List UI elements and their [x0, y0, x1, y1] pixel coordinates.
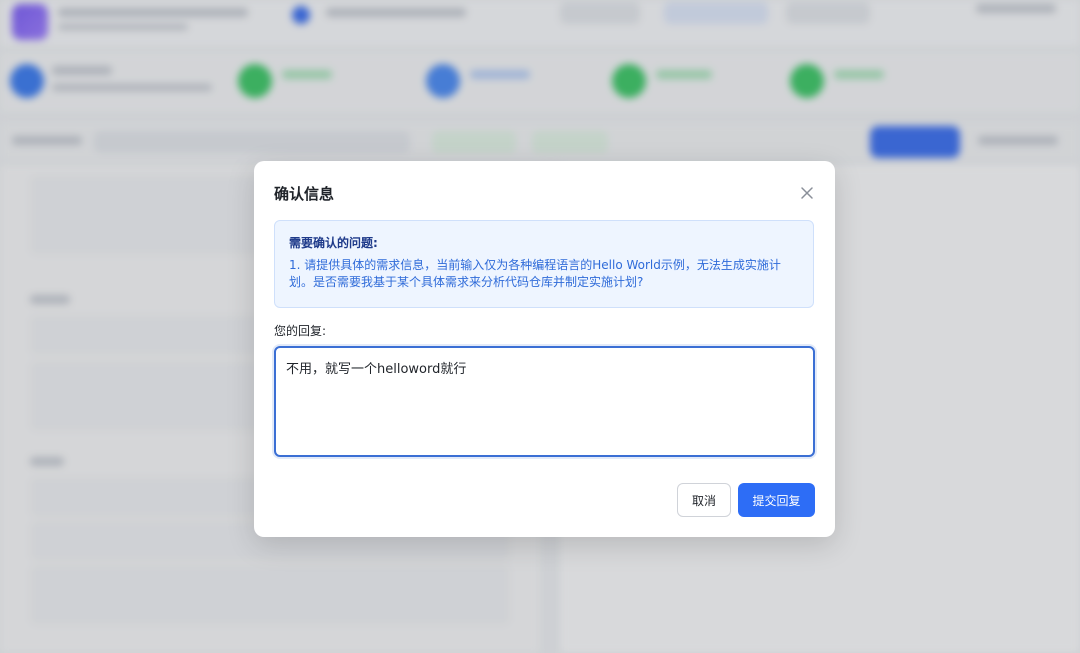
cancel-button[interactable]: 取消: [677, 483, 731, 517]
dialog-title: 确认信息: [274, 185, 335, 203]
question-heading: 需要确认的问题:: [289, 236, 378, 250]
confirm-dialog: 确认信息 需要确认的问题: 1. 请提供具体的需求信息，当前输入仅为各种编程语言…: [254, 161, 835, 537]
reply-label: 您的回复:: [274, 324, 327, 338]
submit-reply-button[interactable]: 提交回复: [738, 483, 815, 517]
question-text: 1. 请提供具体的需求信息，当前输入仅为各种编程语言的Hello World示例…: [289, 258, 781, 289]
question-box: 需要确认的问题: 1. 请提供具体的需求信息，当前输入仅为各种编程语言的Hell…: [274, 220, 814, 308]
close-icon: [801, 187, 813, 199]
reply-textarea[interactable]: 不用，就写一个helloword就行: [274, 346, 815, 457]
close-button[interactable]: [799, 185, 815, 201]
